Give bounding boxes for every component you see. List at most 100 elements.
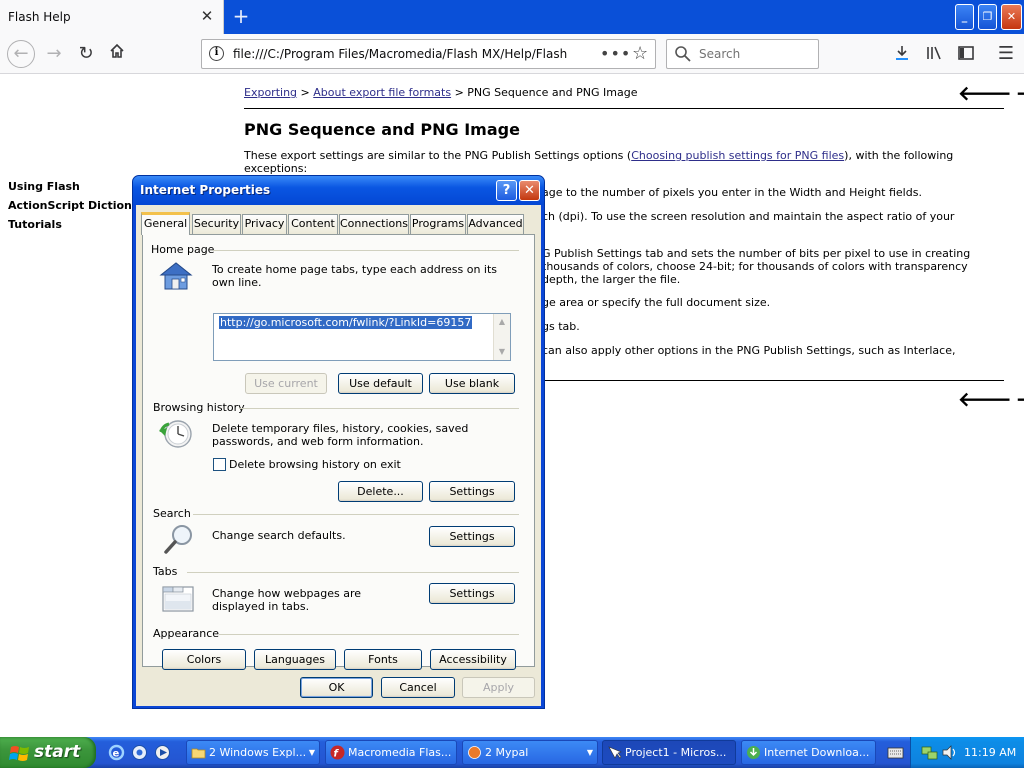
intro-link[interactable]: Choosing publish settings for PNG files <box>631 149 844 162</box>
dialog-close-button[interactable]: ✕ <box>519 180 540 201</box>
folder-icon <box>191 745 206 760</box>
breadcrumb-link-export-formats[interactable]: About export file formats <box>313 86 451 99</box>
mypal-icon <box>467 745 482 760</box>
help-button[interactable]: ? <box>496 180 517 201</box>
outlook-express-icon[interactable] <box>131 744 148 761</box>
scroll-down-arrow-icon[interactable]: ▼ <box>494 344 510 360</box>
reload-icon[interactable]: ↻ <box>74 42 98 66</box>
prev-page-arrow-icon[interactable]: 🡐 <box>958 81 1016 105</box>
scroll-up-arrow-icon[interactable]: ▲ <box>494 314 510 330</box>
delete-history-on-exit-label[interactable]: Delete browsing history on exit <box>229 458 401 471</box>
next-page-arrow-icon[interactable]: 🡒 <box>1016 81 1024 105</box>
sidebar-icon[interactable] <box>956 44 976 64</box>
delete-history-button[interactable]: Delete... <box>338 481 423 502</box>
search-settings-button[interactable]: Settings <box>429 526 515 547</box>
home-page-url-textarea[interactable]: http://go.microsoft.com/fwlink/?LinkId=6… <box>213 313 511 361</box>
home-page-url-value[interactable]: http://go.microsoft.com/fwlink/?LinkId=6… <box>219 316 473 329</box>
taskbar-item-project1[interactable]: Project1 - Micros... <box>602 740 736 765</box>
tab-close-icon[interactable]: ✕ <box>198 7 216 25</box>
tab-advanced[interactable]: Advanced <box>467 214 524 234</box>
textarea-scrollbar[interactable]: ▲ ▼ <box>493 314 510 360</box>
nav-link-using-flash[interactable]: Using Flash <box>8 180 132 199</box>
ok-button[interactable]: OK <box>300 677 373 698</box>
obscured-text-line: gs tab. <box>542 320 580 333</box>
new-tab-icon[interactable]: + <box>230 5 252 27</box>
keyboard-icon[interactable] <box>887 744 904 761</box>
taskbar-item-macromedia-flash[interactable]: f Macromedia Flas... <box>325 740 457 765</box>
delete-history-on-exit-checkbox[interactable] <box>213 458 226 471</box>
network-icon[interactable] <box>921 744 938 761</box>
window-close-button[interactable]: ✕ <box>1001 4 1022 30</box>
tab-general[interactable]: General <box>141 212 190 235</box>
taskbar-item-windows-explorer[interactable]: 2 Windows Expl... ▼ <box>186 740 320 765</box>
taskbar-item-internet-download[interactable]: Internet Downloa... <box>741 740 876 765</box>
prev-page-arrow-icon[interactable]: 🡐 <box>958 387 1016 411</box>
page-title: PNG Sequence and PNG Image <box>244 120 520 139</box>
tab-title: Flash Help <box>8 10 71 24</box>
cancel-button[interactable]: Cancel <box>381 677 455 698</box>
dialog-title-bar[interactable]: Internet Properties ? ✕ <box>133 176 544 205</box>
fonts-button[interactable]: Fonts <box>344 649 422 670</box>
group-divider <box>213 250 519 251</box>
divider <box>244 108 1004 109</box>
tab-programs[interactable]: Programs <box>410 214 466 234</box>
breadcrumb: Exporting > About export file formats > … <box>244 86 637 99</box>
media-player-icon[interactable] <box>154 744 171 761</box>
accessibility-button[interactable]: Accessibility <box>430 649 516 670</box>
group-divider <box>193 514 519 515</box>
back-arrow-icon[interactable]: ← <box>7 40 35 68</box>
internet-explorer-icon[interactable]: e <box>108 744 125 761</box>
nav-link-actionscript-dictionary[interactable]: ActionScript Diction <box>8 199 132 218</box>
library-icon[interactable] <box>924 44 944 64</box>
volume-icon[interactable] <box>941 744 958 761</box>
forward-arrow-icon[interactable]: → <box>42 42 66 66</box>
colors-button[interactable]: Colors <box>162 649 246 670</box>
use-current-button[interactable]: Use current <box>245 373 327 394</box>
group-divider <box>187 572 519 573</box>
start-button[interactable]: start <box>0 737 96 768</box>
page-nav-arrows-bottom: 🡐🡒 <box>958 387 1024 411</box>
page-nav-arrows-top: 🡐🡒 <box>958 81 1024 105</box>
download-icon[interactable] <box>892 44 912 64</box>
nav-link-tutorials[interactable]: Tutorials <box>8 218 132 237</box>
history-settings-button[interactable]: Settings <box>429 481 515 502</box>
use-default-button[interactable]: Use default <box>338 373 423 394</box>
breadcrumb-current: PNG Sequence and PNG Image <box>467 86 638 99</box>
browser-tab[interactable]: Flash Help ✕ <box>0 0 224 34</box>
obscured-text-line: can also apply other options in the PNG … <box>542 344 956 357</box>
tab-security[interactable]: Security <box>192 214 241 234</box>
home-page-group-label: Home page <box>151 243 215 256</box>
tab-content[interactable]: Content <box>288 214 338 234</box>
home-icon[interactable] <box>105 42 129 66</box>
apply-button[interactable]: Apply <box>462 677 535 698</box>
taskbar-item-label: Macromedia Flas... <box>348 746 452 759</box>
site-info-icon[interactable]: i <box>209 46 224 61</box>
hamburger-menu-icon[interactable]: ☰ <box>996 44 1016 64</box>
tabs-settings-button[interactable]: Settings <box>429 583 515 604</box>
bookmark-star-icon[interactable]: ☆ <box>632 43 648 64</box>
breadcrumb-link-exporting[interactable]: Exporting <box>244 86 297 99</box>
taskbar-item-mypal[interactable]: 2 Mypal ▼ <box>462 740 598 765</box>
search-input[interactable] <box>697 46 812 62</box>
use-blank-button[interactable]: Use blank <box>429 373 515 394</box>
tab-connections[interactable]: Connections <box>339 214 409 234</box>
obscured-text-line: ch (dpi). To use the screen resolution a… <box>542 210 955 223</box>
next-page-arrow-icon[interactable]: 🡒 <box>1016 387 1024 411</box>
tab-privacy[interactable]: Privacy <box>242 214 287 234</box>
page-actions-icon[interactable]: ••• <box>600 44 631 63</box>
search-bar[interactable] <box>666 39 819 69</box>
intro-paragraph: These export settings are similar to the… <box>244 149 984 175</box>
minimize-button[interactable]: _ <box>955 4 974 30</box>
taskbar: start e 2 Windows Expl... ▼ f Macromedia… <box>0 737 1024 768</box>
restore-button[interactable]: ❐ <box>978 4 997 30</box>
search-icon <box>674 45 692 66</box>
languages-button[interactable]: Languages <box>254 649 336 670</box>
obscured-text-line: depth, the larger the file. <box>542 273 681 286</box>
browsing-history-group-label: Browsing history <box>153 401 245 414</box>
download-manager-icon <box>746 745 761 760</box>
clock: 11:19 AM <box>964 746 1017 759</box>
home-page-description: To create home page tabs, type each addr… <box>212 263 498 289</box>
url-text[interactable]: file:///C:/Program Files/Macromedia/Flas… <box>233 47 568 61</box>
obscured-text-line: G Publish Settings tab and sets the numb… <box>542 247 971 260</box>
address-bar[interactable]: i file:///C:/Program Files/Macromedia/Fl… <box>201 39 656 69</box>
